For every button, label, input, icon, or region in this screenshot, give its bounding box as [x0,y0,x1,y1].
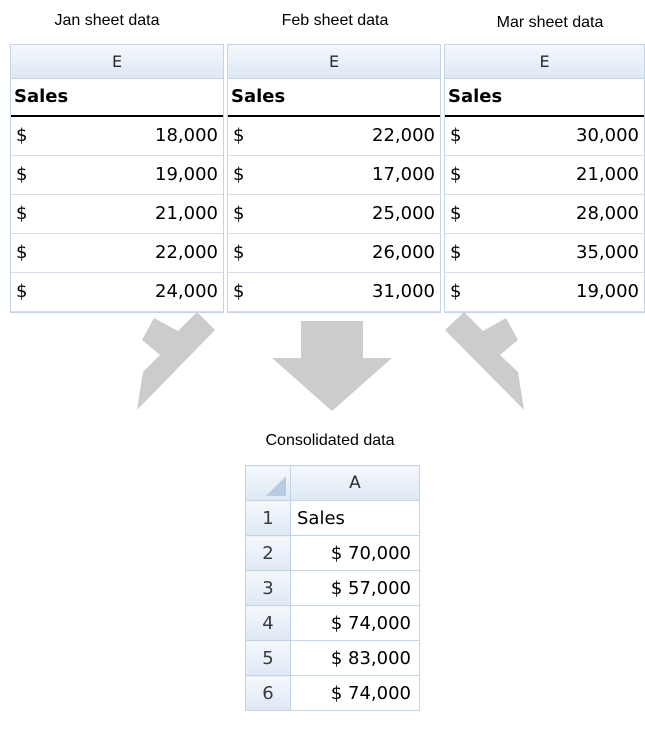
row-header: 5 [245,640,291,676]
left-diagonal-arrow-icon [137,312,215,410]
center-down-arrow-icon [272,321,392,411]
sales-header-cell: Sales [290,500,420,536]
consolidated-value-cell: $ 74,000 [290,675,420,711]
column-header-a: A [290,465,420,501]
row-header: 1 [245,500,291,536]
row-header: 2 [245,535,291,571]
corner-triangle-icon [266,476,286,496]
consolidated-caption: Consolidated data [265,432,395,449]
row-header: 4 [245,605,291,641]
consolidated-table: A 1 Sales 2 $ 70,000 3 $ 57,000 4 $ 74,0… [245,465,420,711]
consolidated-value-cell: $ 74,000 [290,605,420,641]
consolidated-value-cell: $ 57,000 [290,570,420,606]
select-all-corner[interactable] [245,465,291,501]
row-header: 6 [245,675,291,711]
row-header: 3 [245,570,291,606]
consolidated-value-cell: $ 83,000 [290,640,420,676]
right-diagonal-arrow-icon [445,312,524,410]
consolidated-value-cell: $ 70,000 [290,535,420,571]
